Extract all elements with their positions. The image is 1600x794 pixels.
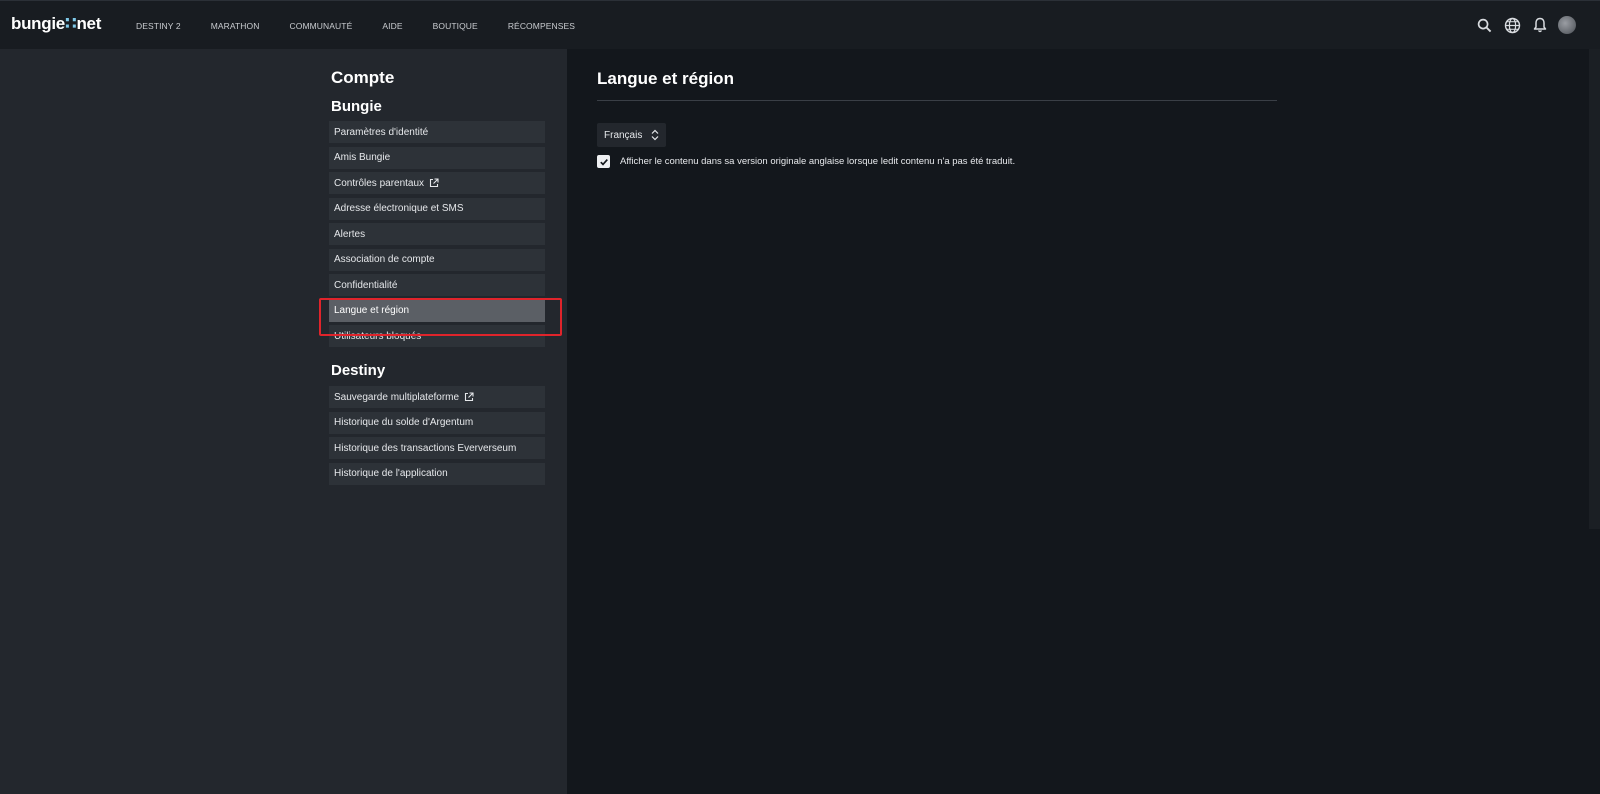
sidebar-item-label: Association de compte <box>334 254 435 265</box>
sidebar-item-alerts[interactable]: Alertes <box>329 223 545 245</box>
sidebar-item-identity-settings[interactable]: Paramètres d'identité <box>329 121 545 143</box>
sidebar-item-bungie-friends[interactable]: Amis Bungie <box>329 146 545 169</box>
sidebar-item-label: Confidentialité <box>334 279 398 291</box>
sidebar-item-label: Sauvegarde multiplateforme <box>334 391 460 403</box>
avatar[interactable] <box>1558 16 1576 34</box>
fallback-english-label: Afficher le contenu dans sa version orig… <box>620 156 1016 167</box>
sidebar-section-bungie: Bungie <box>331 98 382 115</box>
sidebar-title: Compte <box>331 68 395 87</box>
nav-link-recompenses[interactable]: RÉCOMPENSES <box>508 20 575 32</box>
sidebar-item-eververse-history[interactable]: Historique des transactions Eververseum <box>329 437 545 459</box>
nav-link-communaute[interactable]: COMMUNAUTÉ <box>290 20 353 32</box>
bell-icon[interactable] <box>1530 15 1550 35</box>
bungie-logo[interactable]: bungie∷net <box>11 14 101 34</box>
sidebar-item-app-history[interactable]: Historique de l'application <box>329 462 545 485</box>
sidebar-item-silver-history[interactable]: Historique du solde d'Argentum <box>329 411 545 434</box>
sidebar-section-destiny: Destiny <box>331 362 386 379</box>
page-title: Langue et région <box>597 66 1277 101</box>
sidebar-item-cross-save[interactable]: Sauvegarde multiplateforme <box>329 386 545 408</box>
sidebar-item-label: Langue et région <box>334 305 410 316</box>
language-select[interactable]: Français <box>597 123 667 147</box>
external-link-icon <box>429 178 439 188</box>
sidebar-item-parental-controls[interactable]: Contrôles parentaux <box>329 172 545 194</box>
external-link-icon <box>464 392 474 402</box>
chevron-updown-icon <box>651 129 659 141</box>
sidebar-item-email-sms[interactable]: Adresse électronique et SMS <box>329 197 545 220</box>
sidebar-item-label: Historique de l'application <box>334 468 448 479</box>
sidebar-item-account-linking[interactable]: Association de compte <box>329 248 545 271</box>
nav-link-boutique[interactable]: BOUTIQUE <box>433 20 478 32</box>
search-icon[interactable] <box>1474 15 1494 35</box>
sidebar-item-label: Amis Bungie <box>334 152 391 163</box>
sidebar-item-blocked-users[interactable]: Utilisateurs bloqués <box>329 325 545 347</box>
account-sidebar: Compte Bungie Paramètres d'identité Amis… <box>329 66 545 488</box>
fallback-english-row: Afficher le contenu dans sa version orig… <box>597 155 1277 168</box>
sidebar-item-label: Paramètres d'identité <box>334 126 429 138</box>
sidebar-item-label: Historique du solde d'Argentum <box>334 417 474 428</box>
sidebar-item-label: Alertes <box>334 228 366 240</box>
scrollbar[interactable] <box>1589 49 1600 529</box>
nav-icons <box>1474 15 1576 35</box>
nav-link-marathon[interactable]: MARATHON <box>211 20 260 32</box>
sidebar-item-language-region[interactable]: Langue et région <box>329 299 545 322</box>
nav-link-aide[interactable]: AIDE <box>382 20 402 32</box>
nav-links: DESTINY 2 MARATHON COMMUNAUTÉ AIDE BOUTI… <box>136 20 605 32</box>
fallback-english-checkbox[interactable] <box>597 155 610 168</box>
top-nav: bungie∷net DESTINY 2 MARATHON COMMUNAUTÉ… <box>0 0 1600 49</box>
globe-icon[interactable] <box>1502 15 1522 35</box>
nav-link-destiny2[interactable]: DESTINY 2 <box>136 20 181 32</box>
sidebar-item-label: Adresse électronique et SMS <box>334 203 464 214</box>
sidebar-item-label: Utilisateurs bloqués <box>334 330 422 342</box>
sidebar-item-label: Contrôles parentaux <box>334 177 425 189</box>
main-content: Langue et région Français Afficher le co… <box>597 66 1277 168</box>
sidebar-item-privacy[interactable]: Confidentialité <box>329 274 545 296</box>
language-select-value: Français <box>604 129 643 141</box>
sidebar-item-label: Historique des transactions Eververseum <box>334 442 517 454</box>
